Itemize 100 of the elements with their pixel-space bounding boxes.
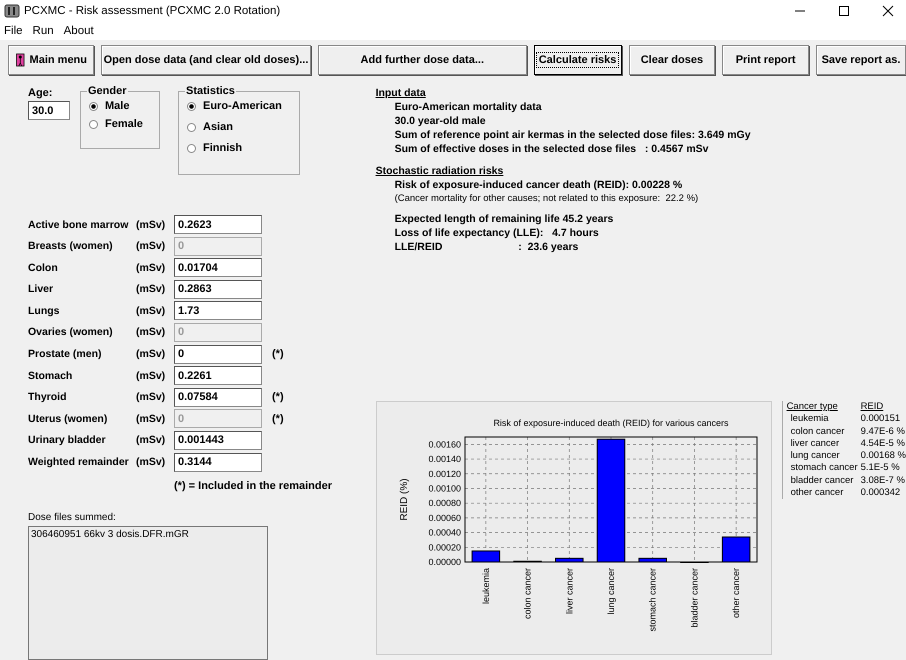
dose-field[interactable]: 0.01704 bbox=[174, 258, 262, 278]
dose-field[interactable]: 1.73 bbox=[174, 301, 262, 320]
toolbar-button[interactable]: Calculate risks bbox=[534, 45, 622, 75]
organ-label: Breasts (women) bbox=[28, 240, 114, 252]
unit-label: (mSv) bbox=[136, 456, 166, 468]
chart-title: Risk of exposure-induced death (REID) for various cancers bbox=[493, 418, 728, 428]
menu-item[interactable]: About bbox=[64, 25, 94, 37]
mortality-note: (Cancer mortality for other causes; not related to this exposure: 22.2 %) bbox=[394, 192, 700, 206]
reid-line: Risk of exposure-induced cancer death (REID): 0.00228 % bbox=[394, 178, 684, 192]
section-heading: Input data bbox=[376, 86, 427, 100]
radio-option[interactable]: Female bbox=[89, 118, 147, 130]
organ-label: Lungs bbox=[28, 304, 60, 317]
tick-label: 0.00100 bbox=[428, 483, 461, 494]
table-cell: 0.00168 % bbox=[860, 450, 906, 462]
table-cell-text: liver cancer bbox=[790, 438, 840, 450]
column-header: REID bbox=[860, 401, 884, 414]
info-line: Loss of life expectancy (LLE): 4.7 hours bbox=[394, 226, 600, 240]
table-cell: 9.47E-6 % bbox=[860, 426, 905, 438]
section-heading: Stochastic radiation risks bbox=[376, 164, 504, 178]
dose-field[interactable]: 0 bbox=[174, 344, 262, 364]
organ-label: Weighted remainder bbox=[28, 456, 130, 468]
organ-label: Ovaries (women) bbox=[28, 326, 114, 338]
organ-label: Uterus (women) bbox=[28, 412, 108, 425]
tick-label: 0.00040 bbox=[428, 528, 461, 538]
toolbar-button[interactable]: Main menu bbox=[8, 45, 94, 75]
unit-label: (mSv) bbox=[136, 348, 166, 360]
unit-label: (mSv) bbox=[136, 434, 166, 446]
radio-option[interactable]: Euro-American bbox=[187, 100, 287, 112]
unit-label: (mSv) bbox=[136, 370, 166, 382]
category-label: stomach cancer bbox=[647, 568, 658, 632]
info-line: LLE/REID : 23.6 years bbox=[394, 240, 580, 254]
unit-label: (mSv) bbox=[136, 262, 166, 274]
table-cell: 5.1E-5 % bbox=[860, 462, 900, 475]
table-cell-text: leukemia bbox=[790, 413, 830, 426]
toolbar-button[interactable]: Print report bbox=[722, 45, 809, 75]
organ-label: Liver bbox=[28, 283, 54, 296]
close-icon[interactable] bbox=[882, 5, 894, 17]
radio-option[interactable]: Male bbox=[89, 100, 147, 112]
unit-label: (mSv) bbox=[136, 304, 166, 317]
tick-label: 0.00060 bbox=[428, 512, 461, 523]
dose-files-list[interactable]: 306460951 66kv 3 dosis.DFR.mGR bbox=[28, 526, 268, 660]
dose-files-label: Dose files summed: bbox=[28, 512, 117, 523]
category-label: other cancer bbox=[730, 568, 741, 618]
menu-item[interactable]: Run bbox=[32, 25, 54, 37]
organ-label: Stomach bbox=[28, 370, 74, 382]
info-line: Euro-American mortality data bbox=[394, 100, 543, 114]
toolbar-button[interactable]: Open dose data (and clear old doses)... bbox=[101, 45, 311, 75]
menu-item[interactable]: File bbox=[4, 25, 23, 37]
organ-label: Urinary bladder bbox=[28, 434, 107, 446]
unit-label: (mSv) bbox=[136, 412, 166, 425]
category-label: leukemia bbox=[480, 568, 490, 604]
note-mark: (*) bbox=[272, 348, 284, 360]
door-icon bbox=[15, 51, 26, 69]
table-cell-text: stomach cancer bbox=[790, 462, 859, 475]
organ-label: Active bone marrow bbox=[28, 218, 130, 230]
category-label: bladder cancer bbox=[689, 568, 699, 628]
organ-label: Thyroid bbox=[28, 391, 68, 404]
dose-field[interactable]: 0.2623 bbox=[174, 215, 262, 234]
dose-field[interactable]: 0.3144 bbox=[174, 452, 262, 472]
remainder-note: (*) = Included in the remainder bbox=[174, 480, 334, 492]
table-cell-text: lung cancer bbox=[790, 450, 841, 462]
radio-option[interactable]: Asian bbox=[187, 121, 287, 133]
table-cell: 0.000342 bbox=[860, 487, 900, 500]
group-title: Gender bbox=[87, 85, 128, 97]
unit-label: (mSv) bbox=[136, 391, 166, 404]
toolbar-button[interactable]: Clear doses bbox=[628, 45, 716, 75]
category-label: colon cancer bbox=[522, 568, 532, 620]
unit-label: (mSv) bbox=[136, 240, 166, 252]
tick-label: 0.00160 bbox=[428, 439, 461, 450]
tick-label: 0.00000 bbox=[428, 557, 461, 567]
table-cell: 4.54E-5 % bbox=[860, 438, 905, 450]
toolbar-button[interactable]: Add further dose data... bbox=[318, 45, 527, 75]
table-cell: 3.08E-7 % bbox=[860, 474, 905, 488]
tick-label: 0.00140 bbox=[428, 454, 461, 464]
table-cell: 0.000151 bbox=[860, 413, 900, 426]
toolbar-button[interactable]: Save report as. bbox=[816, 45, 906, 75]
dose-field[interactable]: 0.001443 bbox=[174, 430, 262, 450]
radio-option[interactable]: Finnish bbox=[187, 142, 287, 154]
info-line: Sum of reference point air kermas in the selected dose files: 3.649 mGy bbox=[394, 128, 752, 142]
tick-label: 0.00080 bbox=[428, 498, 461, 508]
app-icon bbox=[4, 4, 20, 18]
tick-label: 0.00120 bbox=[428, 468, 461, 479]
list-item[interactable]: 306460951 66kv 3 dosis.DFR.mGR bbox=[31, 528, 265, 540]
axis-title: REID (%) bbox=[398, 478, 410, 521]
organ-label: Prostate (men) bbox=[28, 348, 103, 360]
dose-field[interactable]: 0.07584 bbox=[174, 388, 262, 407]
category-label: lung cancer bbox=[606, 568, 616, 615]
note-mark: (*) bbox=[272, 412, 284, 425]
info-line: Expected length of remaining life 45.2 years bbox=[394, 212, 614, 226]
info-line: Sum of effective doses in the selected dose files : 0.4567 mSv bbox=[394, 142, 710, 156]
dose-field[interactable]: 0.2261 bbox=[174, 366, 262, 386]
table-cell-text: colon cancer bbox=[790, 426, 846, 438]
tick-label: 0.00020 bbox=[428, 542, 461, 552]
maximize-icon[interactable] bbox=[838, 5, 850, 17]
dose-field[interactable]: 0.2863 bbox=[174, 280, 262, 299]
unit-label: (mSv) bbox=[136, 283, 166, 296]
age-field[interactable]: 30.0 bbox=[28, 101, 70, 120]
group-title: Statistics bbox=[185, 85, 236, 97]
category-label: liver cancer bbox=[564, 568, 574, 614]
age-label: Age: bbox=[28, 87, 54, 99]
